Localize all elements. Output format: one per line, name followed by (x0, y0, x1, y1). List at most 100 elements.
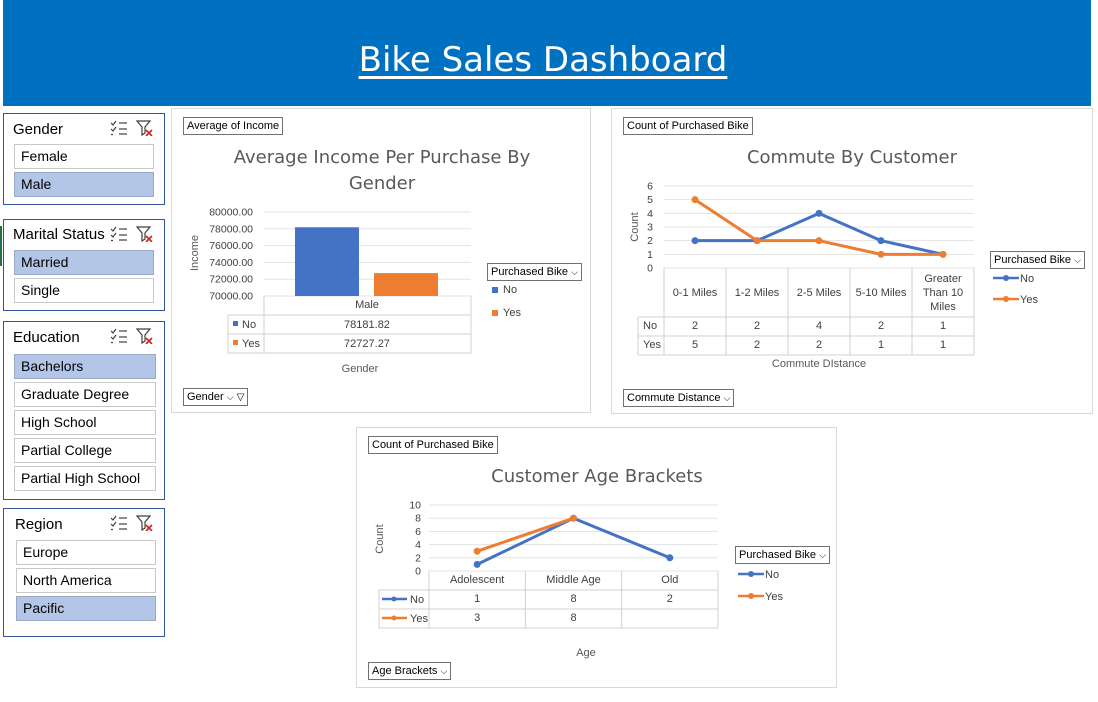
income-chart-panel[interactable]: Average of Income Average Income Per Pur… (171, 108, 591, 413)
y-axis-title: Income (189, 235, 201, 271)
table-value-yes: 1 (878, 339, 884, 351)
data-table-frame (428, 570, 719, 629)
legend-entry-no: No (503, 284, 517, 296)
category-label: 2-5 Miles (797, 287, 842, 299)
y-tick-label: 2 (415, 552, 421, 564)
y-tick-label: 6 (647, 181, 653, 193)
slicer-item-partial-high-school[interactable]: Partial High School (14, 466, 156, 491)
slicer-item-graduate-degree[interactable]: Graduate Degree (14, 382, 156, 407)
y-tick-label: 74000.00 (209, 257, 253, 269)
marital-slicer-title: Marital Status (13, 226, 105, 243)
data-point-no (666, 554, 674, 562)
table-value-no: 1 (940, 320, 946, 332)
category-label: Middle Age (546, 574, 600, 586)
y-tick-label: 0 (415, 566, 421, 578)
legend-entry-yes: Yes (765, 591, 783, 603)
axis-field-label: Commute Distance (627, 392, 721, 404)
slicer-item-north-america[interactable]: North America (16, 568, 156, 593)
y-tick-label: 0 (647, 263, 653, 275)
multi-select-icon[interactable] (110, 515, 127, 531)
slicer-toolbar (110, 120, 153, 136)
data-point-yes (877, 250, 885, 258)
data-table-frame (663, 267, 975, 356)
axis-field-button[interactable]: Gender ⌵ ▽ (183, 388, 249, 406)
table-value-no: 2 (878, 320, 884, 332)
slicer-item-female[interactable]: Female (14, 144, 154, 169)
category-label: Adolescent (450, 574, 504, 586)
legend-entry-no: No (765, 569, 779, 581)
x-axis-title: Gender (342, 363, 379, 375)
multi-select-icon[interactable] (110, 120, 127, 136)
legend-field-button[interactable]: Purchased Bike ⌵ (487, 263, 582, 281)
slicer-item-pacific[interactable]: Pacific (16, 596, 156, 621)
table-value-yes: 5 (692, 339, 698, 351)
slicer-toolbar (110, 515, 153, 531)
slicer-item-europe[interactable]: Europe (16, 540, 156, 565)
gender-slicer[interactable]: Gender Female Male (3, 113, 165, 205)
table-value-yes: 72727.27 (344, 338, 390, 350)
sheet-edge-marker (0, 226, 2, 266)
data-point-yes (473, 547, 481, 555)
legend-label-yes: Yes (242, 338, 260, 350)
legend-entry-yes: Yes (503, 307, 521, 319)
axis-field-button[interactable]: Commute Distance ⌵ (623, 389, 735, 407)
legend-dot-yes (748, 593, 754, 599)
y-tick-label: 78000.00 (209, 223, 253, 235)
data-table-frame (263, 295, 472, 354)
marital-status-slicer[interactable]: Marital Status Married Single (3, 219, 165, 311)
table-value-no: 1 (474, 593, 480, 605)
multi-select-icon[interactable] (110, 328, 127, 344)
clear-filter-icon[interactable] (135, 120, 153, 136)
chevron-down-icon: ⌵ (1074, 255, 1081, 265)
legend-marker-yes (492, 310, 498, 316)
region-slicer[interactable]: Region Europe North America Pacific (3, 508, 165, 637)
table-value-no: 78181.82 (344, 319, 390, 331)
y-axis-title: Count (374, 524, 386, 553)
category-label: 5-10 Miles (856, 287, 907, 299)
table-key-dot-no (391, 596, 397, 602)
legend-dot-yes (1003, 296, 1009, 302)
axis-field-button[interactable]: Age Brackets ⌵ (368, 662, 452, 680)
table-key-dot-yes (391, 615, 397, 621)
chevron-down-icon: ⌵ (440, 666, 448, 676)
clear-filter-icon[interactable] (135, 515, 153, 531)
legend-marker-no (492, 287, 498, 293)
value-field-button[interactable]: Count of Purchased Bike (368, 436, 498, 454)
table-value-yes: 1 (940, 339, 946, 351)
slicer-item-partial-college[interactable]: Partial College (14, 438, 156, 463)
value-field-button[interactable]: Average of Income (183, 117, 284, 135)
filter-icon: ▽ (236, 392, 245, 403)
table-value-no: 4 (816, 320, 822, 332)
clear-filter-icon[interactable] (135, 226, 153, 242)
slicer-toolbar (110, 226, 153, 242)
axis-field-label: Age Brackets (372, 665, 438, 677)
slicer-item-single[interactable]: Single (14, 278, 154, 303)
data-point-yes (939, 250, 947, 258)
legend-field-button[interactable]: Purchased Bike ⌵ (735, 546, 830, 564)
slicer-item-married[interactable]: Married (14, 250, 154, 275)
gender-slicer-title: Gender (13, 121, 64, 138)
y-tick-label: 1 (647, 249, 653, 261)
data-point-yes (691, 196, 699, 204)
slicer-item-male[interactable]: Male (14, 172, 154, 197)
slicer-item-bachelors[interactable]: Bachelors (14, 354, 156, 379)
y-tick-label: 76000.00 (209, 240, 253, 252)
series-line-no (695, 211, 944, 256)
data-point-yes (570, 514, 577, 522)
clear-filter-icon[interactable] (135, 328, 153, 344)
age-chart-panel[interactable]: Count of Purchased Bike Customer Age Bra… (356, 427, 837, 688)
multi-select-icon[interactable] (110, 226, 127, 242)
legend-field-label: Purchased Bike (994, 254, 1072, 266)
commute-chart-panel[interactable]: Count of Purchased Bike Commute By Custo… (611, 108, 1093, 414)
legend-field-button[interactable]: Purchased Bike ⌵ (990, 251, 1085, 269)
category-label: Male (355, 299, 379, 311)
x-axis-title: Age (576, 647, 596, 659)
education-slicer[interactable]: Education Bachelors Graduate Degree High… (3, 321, 165, 500)
legend-entry-yes: Yes (1020, 294, 1038, 306)
legend-dot-no (1003, 275, 1009, 281)
legend-field-label: Purchased Bike (739, 549, 817, 561)
value-field-button[interactable]: Count of Purchased Bike (623, 117, 753, 135)
slicer-item-high-school[interactable]: High School (14, 410, 156, 435)
series-line-no (476, 516, 671, 566)
table-value-no: 8 (570, 593, 576, 605)
